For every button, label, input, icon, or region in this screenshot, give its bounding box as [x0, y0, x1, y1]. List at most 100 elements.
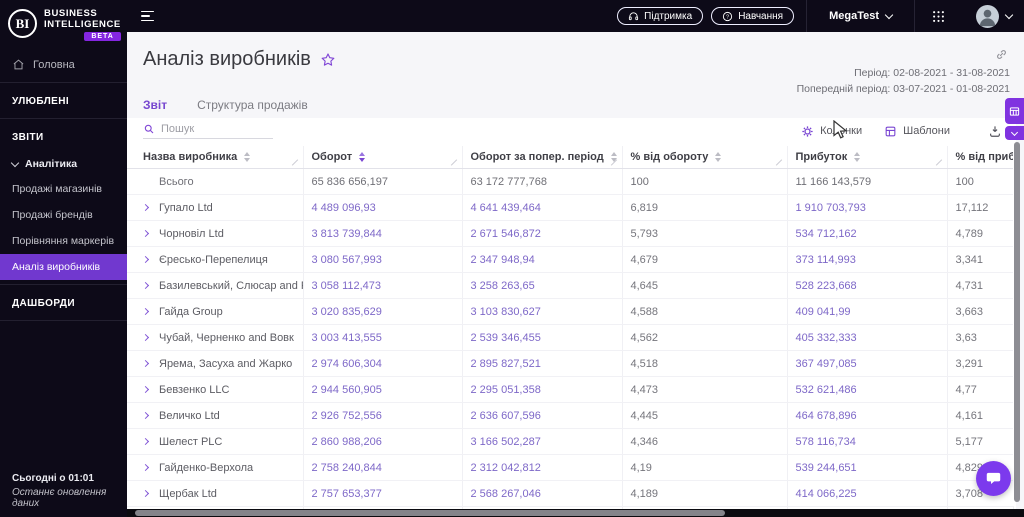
table-settings-button[interactable]	[1005, 98, 1024, 124]
sidebar-item-home[interactable]: Головна	[0, 51, 127, 78]
turnover-value[interactable]: 4 489 096,93	[303, 194, 463, 221]
profit-value[interactable]: 528 223,668	[787, 272, 948, 299]
sidebar-divider	[0, 82, 127, 83]
col-header-manufacturer[interactable]: Назва виробника	[127, 146, 304, 169]
table-row[interactable]: Величко Ltd 2 926 752,556 2 636 607,596 …	[127, 402, 1013, 429]
table-row[interactable]: Чорновіл Ltd 3 813 739,844 2 671 546,872…	[127, 220, 1013, 247]
prev-turnover-value[interactable]: 4 641 439,464	[462, 194, 623, 221]
prev-turnover-value[interactable]: 2 539 346,455	[462, 324, 623, 351]
profit-value[interactable]: 414 066,225	[787, 480, 948, 507]
sidebar-item-marker-comparison[interactable]: Порівняння маркерів	[0, 228, 127, 254]
turnover-value[interactable]: 2 974 606,304	[303, 350, 463, 377]
table-row[interactable]: Щербак Ltd 2 757 653,377 2 568 267,046 4…	[127, 480, 1013, 507]
expand-row-icon[interactable]	[141, 359, 150, 368]
expand-row-icon[interactable]	[141, 281, 150, 290]
sidebar-section-reports[interactable]: ЗВІТИ	[0, 123, 127, 150]
gear-icon	[802, 125, 813, 137]
prev-turnover-value[interactable]: 2 671 546,872	[462, 220, 623, 247]
sidebar-item-manufacturer-analysis[interactable]: Аналіз виробників	[0, 254, 127, 280]
profit-value[interactable]: 539 244,651	[787, 454, 948, 481]
col-header-profit[interactable]: Прибуток	[787, 146, 948, 169]
profit-value[interactable]: 464 678,896	[787, 402, 948, 429]
expand-row-icon[interactable]	[141, 255, 150, 264]
user-menu[interactable]	[962, 0, 1024, 32]
sort-icon-active[interactable]	[359, 152, 366, 162]
expand-row-icon[interactable]	[141, 437, 150, 446]
search-input[interactable]	[161, 123, 265, 135]
table-row[interactable]: Базилевський, Слюсар and Романенко 3 058…	[127, 272, 1013, 299]
prev-turnover-value[interactable]: 2 347 948,94	[462, 246, 623, 273]
prev-turnover-value[interactable]: 3 166 502,287	[462, 428, 623, 455]
expand-row-icon[interactable]	[141, 463, 150, 472]
columns-button[interactable]: Колонки	[801, 125, 862, 138]
expand-row-icon[interactable]	[141, 333, 150, 342]
training-button[interactable]: ? Навчання	[711, 7, 795, 25]
prev-turnover-value[interactable]: 2 895 827,521	[462, 350, 623, 377]
table-row[interactable]: Гупало Ltd 4 489 096,93 4 641 439,464 6,…	[127, 194, 1013, 221]
prev-turnover-value[interactable]: 3 258 263,65	[462, 272, 623, 299]
prev-turnover-value[interactable]: 2 568 267,046	[462, 480, 623, 507]
prev-turnover-value[interactable]: 2 312 042,812	[462, 454, 623, 481]
table-row[interactable]: Бевзенко LLC 2 944 560,905 2 295 051,358…	[127, 376, 1013, 403]
sidebar-group-analytics[interactable]: Аналітика	[0, 150, 127, 176]
panel-collapse-button[interactable]	[1005, 126, 1024, 140]
turnover-value[interactable]: 3 003 413,555	[303, 324, 463, 351]
profit-value[interactable]: 409 041,99	[787, 298, 948, 325]
col-header-turnover[interactable]: Оборот	[303, 146, 463, 169]
turnover-value[interactable]: 2 758 240,844	[303, 454, 463, 481]
turnover-value[interactable]: 2 926 752,556	[303, 402, 463, 429]
expand-row-icon[interactable]	[141, 411, 150, 420]
workspace-selector[interactable]: MegaTest	[807, 0, 914, 32]
expand-row-icon[interactable]	[141, 229, 150, 238]
table-row[interactable]: Гайда Group 3 020 835,629 3 103 830,627 …	[127, 298, 1013, 325]
templates-button[interactable]: Шаблони	[884, 125, 950, 138]
app-logo[interactable]: BI BUSINESS INTELLIGENCE BETA	[0, 0, 127, 51]
sidebar-divider	[0, 284, 127, 285]
profit-value[interactable]: 534 712,162	[787, 220, 948, 247]
turnover-value[interactable]: 2 944 560,905	[303, 376, 463, 403]
prev-turnover-value[interactable]: 3 103 830,627	[462, 298, 623, 325]
table-row[interactable]: Шелест PLC 2 860 988,206 3 166 502,287 4…	[127, 428, 1013, 455]
favorite-star-icon[interactable]	[320, 52, 336, 68]
expand-row-icon[interactable]	[141, 307, 150, 316]
sort-icon[interactable]	[854, 152, 861, 162]
profit-value[interactable]: 373 114,993	[787, 246, 948, 273]
support-button[interactable]: Підтримка	[617, 7, 704, 25]
profit-value[interactable]: 1 910 703,793	[787, 194, 948, 221]
profit-value[interactable]: 578 116,734	[787, 428, 948, 455]
turnover-value[interactable]: 2 757 653,377	[303, 480, 463, 507]
profit-value[interactable]: 532 621,486	[787, 376, 948, 403]
table-row[interactable]: Гайденко-Верхола 2 758 240,844 2 312 042…	[127, 454, 1013, 481]
col-header-prev-turnover[interactable]: Оборот за попер. період	[462, 146, 623, 169]
sidebar-section-dashboards[interactable]: ДАШБОРДИ	[0, 289, 127, 316]
table-row[interactable]: Єресько-Перепелиця 3 080 567,993 2 347 9…	[127, 246, 1013, 273]
turnover-value[interactable]: 2 860 988,206	[303, 428, 463, 455]
expand-row-icon[interactable]	[141, 489, 150, 498]
horizontal-scrollbar-thumb[interactable]	[135, 510, 725, 516]
share-link-button[interactable]	[995, 48, 1008, 66]
table-row[interactable]: Ярема, Засуха and Жарко 2 974 606,304 2 …	[127, 350, 1013, 377]
table-row[interactable]: Чубай, Черненко and Вовк 3 003 413,555 2…	[127, 324, 1013, 351]
apps-grid-button[interactable]	[915, 0, 962, 32]
chat-button[interactable]	[976, 461, 1011, 496]
menu-toggle-button[interactable]	[141, 10, 154, 22]
vertical-scrollbar[interactable]	[1014, 142, 1020, 502]
col-header-turnover-pct[interactable]: % від обороту	[622, 146, 788, 169]
sidebar-item-store-sales[interactable]: Продажі магазинів	[0, 176, 127, 202]
prev-turnover-value[interactable]: 2 636 607,596	[462, 402, 623, 429]
profit-value[interactable]: 367 497,085	[787, 350, 948, 377]
turnover-value[interactable]: 3 020 835,629	[303, 298, 463, 325]
export-button[interactable]	[988, 124, 1002, 138]
sidebar-section-favorites[interactable]: УЛЮБЛЕНІ	[0, 87, 127, 114]
turnover-value[interactable]: 3 058 112,473	[303, 272, 463, 299]
turnover-value[interactable]: 3 813 739,844	[303, 220, 463, 247]
prev-turnover-value[interactable]: 2 295 051,358	[462, 376, 623, 403]
expand-row-icon[interactable]	[141, 203, 150, 212]
sort-icon[interactable]	[244, 152, 251, 162]
expand-row-icon[interactable]	[141, 385, 150, 394]
sidebar-item-brand-sales[interactable]: Продажі брендів	[0, 202, 127, 228]
profit-value[interactable]: 405 332,333	[787, 324, 948, 351]
sort-icon[interactable]	[715, 152, 722, 162]
col-header-profit-pct[interactable]: % від прибутку	[947, 146, 1013, 169]
turnover-value[interactable]: 3 080 567,993	[303, 246, 463, 273]
